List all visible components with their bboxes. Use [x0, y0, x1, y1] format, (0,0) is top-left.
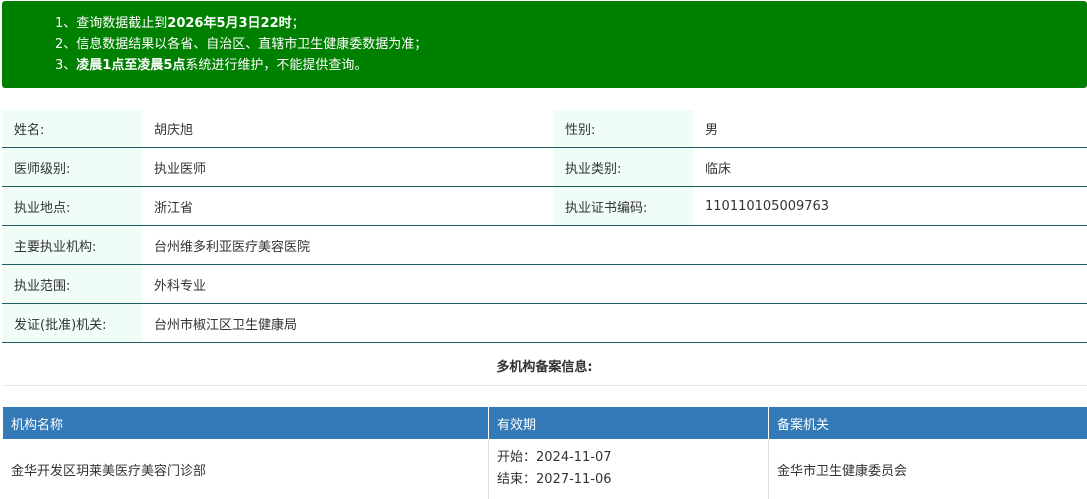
- level-label: 医师级别:: [2, 148, 142, 186]
- scope-label: 执业范围:: [2, 265, 142, 303]
- issuer-label: 发证(批准)机关:: [2, 304, 142, 342]
- info-row-org: 主要执业机构: 台州维多利亚医疗美容医院: [2, 226, 1087, 265]
- location-value: 浙江省: [154, 200, 194, 216]
- multi-org-title: 多机构备案信息:: [2, 345, 1087, 386]
- notice-line-1: 1、查询数据截止到2026年5月3日22时；: [55, 16, 305, 31]
- validity-start: 开始：2024-11-07: [497, 450, 612, 465]
- cert-value: 110110105009763: [705, 198, 830, 214]
- org-value: 台州维多利亚医疗美容医院: [154, 239, 311, 255]
- table-row: 金华开发区玥莱美医疗美容门诊部 开始：2024-11-07 结束：2027-11…: [3, 439, 1087, 499]
- org-label: 主要执业机构:: [2, 226, 142, 264]
- gender-value: 男: [705, 123, 719, 138]
- category-label: 执业类别:: [553, 148, 693, 186]
- scope-value: 外科专业: [154, 278, 207, 294]
- level-value: 执业医师: [154, 161, 207, 177]
- category-value: 临床: [705, 161, 732, 177]
- location-label: 执业地点:: [2, 187, 142, 225]
- issuer-value: 台州市椒江区卫生健康局: [154, 317, 298, 333]
- header-org-name: 机构名称: [3, 407, 489, 439]
- header-validity: 有效期: [489, 407, 769, 439]
- notice-banner: 1、查询数据截止到2026年5月3日22时； 2、信息数据结果以各省、自治区、直…: [2, 1, 1087, 88]
- info-row-issuer: 发证(批准)机关: 台州市椒江区卫生健康局: [2, 304, 1087, 343]
- name-label: 姓名:: [2, 110, 142, 147]
- gender-label: 性别:: [553, 110, 693, 147]
- notice-line-3: 3、凌晨1点至凌晨5点系统进行维护，不能提供查询。: [55, 58, 368, 73]
- notice-line-2: 2、信息数据结果以各省、自治区、直辖市卫生健康委数据为准；: [55, 37, 428, 52]
- table-header: 机构名称 有效期 备案机关: [3, 407, 1087, 439]
- multi-org-table: 机构名称 有效期 备案机关 金华开发区玥莱美医疗美容门诊部 开始：2024-11…: [3, 407, 1087, 499]
- info-row-name: 姓名: 胡庆旭 性别: 男: [2, 110, 1087, 148]
- info-row-level: 医师级别: 执业医师 执业类别: 临床: [2, 148, 1087, 187]
- row-authority: 金华市卫生健康委员会: [777, 463, 908, 479]
- cert-label: 执业证书编码:: [553, 187, 693, 225]
- info-row-scope: 执业范围: 外科专业: [2, 265, 1087, 304]
- header-authority: 备案机关: [777, 417, 830, 433]
- info-row-location: 执业地点: 浙江省 执业证书编码: 110110105009763: [2, 187, 1087, 226]
- name-value: 胡庆旭: [154, 123, 194, 138]
- doctor-info-table: 姓名: 胡庆旭 性别: 男 医师级别: 执业医师 执业类别: 临床 执业地点: …: [2, 110, 1087, 343]
- row-validity: 开始：2024-11-07 结束：2027-11-06: [489, 439, 769, 499]
- row-org-name: 金华开发区玥莱美医疗美容门诊部: [3, 439, 489, 499]
